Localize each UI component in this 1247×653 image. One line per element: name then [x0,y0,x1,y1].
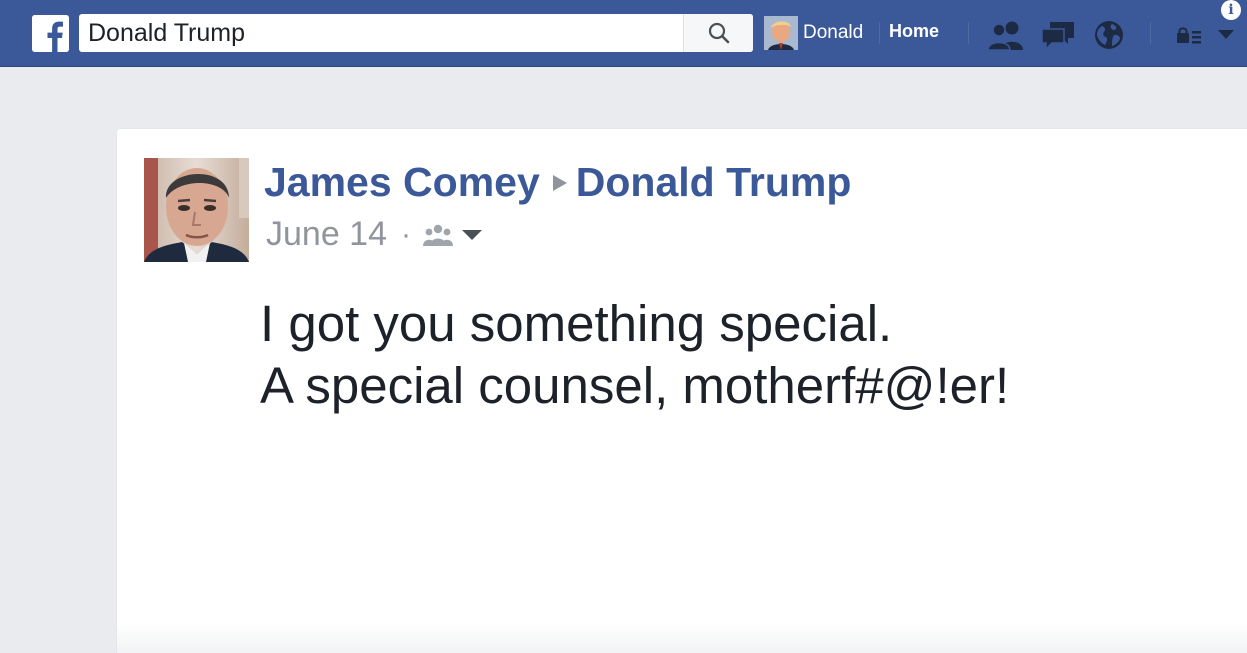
friends-audience-icon[interactable] [423,224,453,246]
audience-dropdown-caret-icon[interactable] [461,229,483,241]
nav-divider [1150,22,1151,44]
post-header: James Comey Donald Trump [264,159,851,206]
author-name-link[interactable]: James Comey [264,159,540,206]
post-date[interactable]: June 14 [266,215,387,254]
post-card: James Comey Donald Trump June 14 · I got… [117,129,1247,653]
home-link[interactable]: Home [889,21,939,42]
author-avatar[interactable] [144,158,249,262]
post-meta: June 14 · [266,215,483,254]
arrow-right-icon [552,174,567,191]
messages-icon[interactable] [1040,21,1076,51]
nav-divider [879,22,880,44]
profile-name: Donald [803,22,864,43]
search-box [79,14,753,52]
search-button[interactable] [683,14,753,52]
info-icon[interactable]: i [1221,0,1241,20]
top-navigation-bar: Donald Home i [0,0,1247,67]
profile-link[interactable]: Donald [764,15,863,51]
notifications-globe-icon[interactable] [1093,19,1125,51]
nav-divider [968,22,969,44]
account-menu-caret-icon[interactable] [1217,29,1235,40]
target-name-link[interactable]: Donald Trump [576,159,852,206]
post-text-line: I got you something special. [260,295,893,352]
facebook-logo-icon[interactable] [32,15,69,52]
card-bottom-fade [117,623,1247,653]
privacy-shortcuts-icon[interactable] [1176,26,1204,44]
profile-avatar [764,16,798,50]
search-icon [708,22,729,44]
meta-separator: · [401,217,411,251]
friend-requests-icon[interactable] [988,20,1026,50]
post-body: I got you something special. A special c… [260,293,1009,417]
post-text-line: A special counsel, motherf#@!er! [260,357,1010,414]
search-input[interactable] [79,14,683,52]
